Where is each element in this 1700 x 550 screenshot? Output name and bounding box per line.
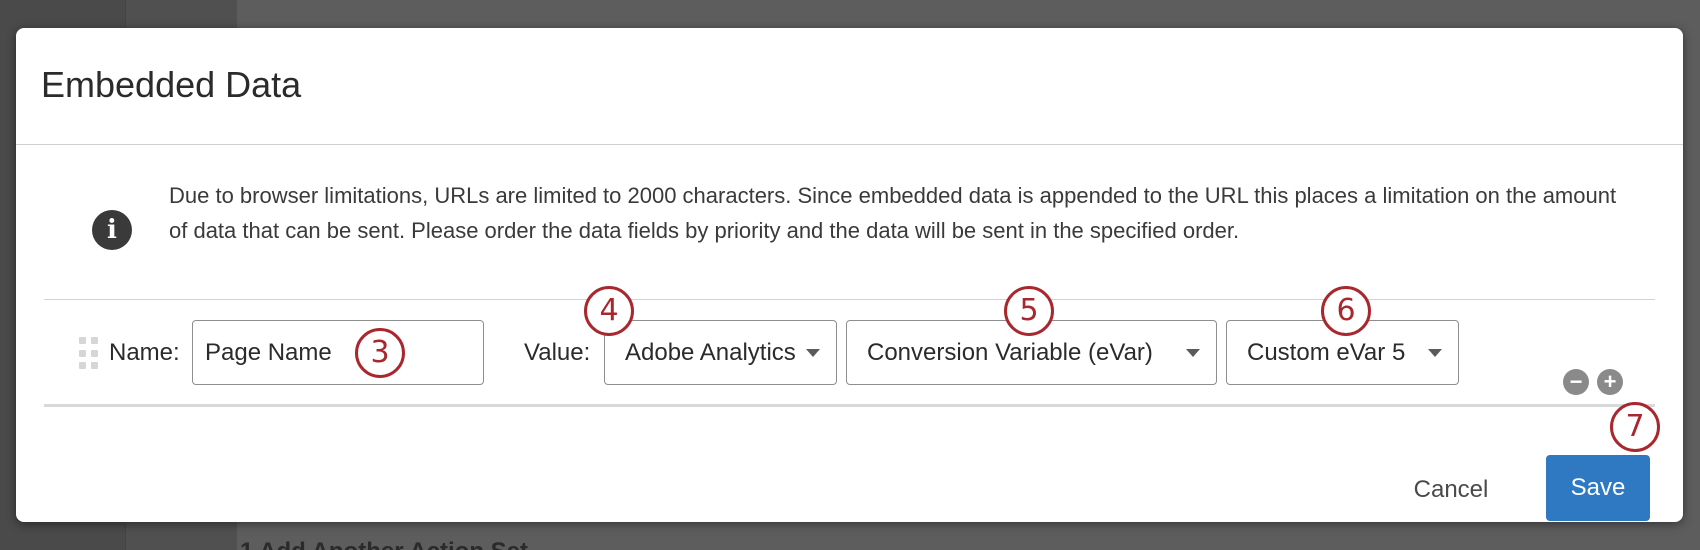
variable-type-select-value: Conversion Variable (eVar) xyxy=(867,339,1153,366)
info-icon: i xyxy=(92,210,132,250)
info-message: Due to browser limitations, URLs are lim… xyxy=(169,183,1617,243)
callout-7: 7 xyxy=(1610,402,1660,452)
name-input[interactable] xyxy=(192,320,484,385)
chevron-down-icon xyxy=(806,349,820,357)
minus-circle-icon[interactable]: − xyxy=(1563,369,1589,395)
callout-4: 4 xyxy=(584,286,634,336)
name-label: Name: xyxy=(109,339,180,366)
value-label: Value: xyxy=(524,339,591,366)
chevron-down-icon xyxy=(1428,349,1442,357)
callout-3: 3 xyxy=(355,328,405,378)
plus-circle-icon[interactable]: + xyxy=(1597,369,1623,395)
source-select-value: Adobe Analytics xyxy=(625,339,796,366)
variable-select-value: Custom eVar 5 xyxy=(1247,339,1406,366)
source-select[interactable]: Adobe Analytics xyxy=(604,320,837,385)
embedded-data-modal: Embedded Data i Due to browser limitatio… xyxy=(16,28,1683,522)
modal-header: Embedded Data xyxy=(16,28,1683,145)
divider xyxy=(44,299,1655,300)
drag-handle-icon[interactable] xyxy=(79,337,99,371)
cancel-button[interactable]: Cancel xyxy=(1386,468,1516,512)
background-add-action-set: 1 Add Another Action Set xyxy=(240,538,528,550)
save-button[interactable]: Save xyxy=(1546,455,1650,521)
chevron-down-icon xyxy=(1186,349,1200,357)
divider xyxy=(44,404,1655,407)
callout-5: 5 xyxy=(1004,286,1054,336)
callout-6: 6 xyxy=(1321,286,1371,336)
modal-title: Embedded Data xyxy=(41,64,302,105)
